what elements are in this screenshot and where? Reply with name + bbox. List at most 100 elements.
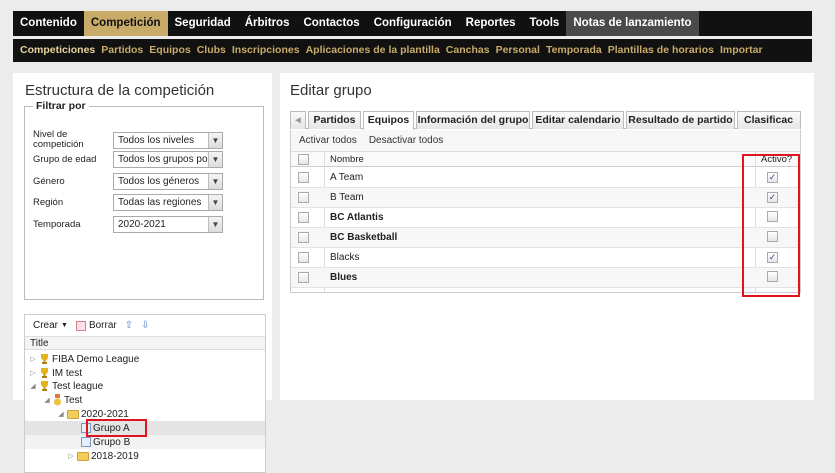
subnav-inscripciones[interactable]: Inscripciones xyxy=(229,39,303,62)
table-row[interactable]: BC Basketball xyxy=(291,228,800,248)
filter-fieldset: Filtrar por Nivel de competición Todos l… xyxy=(24,100,264,300)
tree-node-label: 2018-2019 xyxy=(91,450,139,462)
nav-competicion[interactable]: Competición xyxy=(83,11,168,36)
arrow-up-icon: ⇧ xyxy=(124,320,134,331)
tab-editar-calendario[interactable]: Editar calendario xyxy=(532,111,624,129)
create-label: Crear xyxy=(33,320,59,331)
expand-icon[interactable]: ▷ xyxy=(29,369,37,377)
nav-seguridad[interactable]: Seguridad xyxy=(168,11,238,36)
team-name: BC Atlantis xyxy=(330,212,384,223)
tree-node-test-league[interactable]: ◢ Test league xyxy=(29,379,103,393)
table-row[interactable]: B Team ✓ xyxy=(291,188,800,208)
tree-node-label: IM test xyxy=(52,367,83,379)
tree-node-test[interactable]: ◢ Test xyxy=(43,393,82,407)
subnav-temporada[interactable]: Temporada xyxy=(543,39,605,62)
row-checkbox[interactable] xyxy=(298,252,309,263)
subnav-competiciones[interactable]: Competiciones xyxy=(17,39,98,62)
folder-icon xyxy=(77,451,89,461)
level-select[interactable]: Todos los niveles ▼ xyxy=(113,131,223,149)
arrow-down-icon: ⇩ xyxy=(141,320,150,331)
tab-partidos[interactable]: Partidos xyxy=(308,111,361,129)
nav-arbitros[interactable]: Árbitros xyxy=(238,11,297,36)
subnav-importar[interactable]: Importar xyxy=(717,39,766,62)
delete-icon xyxy=(75,320,86,331)
subnav-aplicaciones[interactable]: Aplicaciones de la plantilla xyxy=(303,39,443,62)
panel-title: Estructura de la competición xyxy=(25,82,215,99)
group-icon xyxy=(81,437,91,447)
row-checkbox[interactable] xyxy=(298,232,309,243)
row-checkbox[interactable] xyxy=(298,272,309,283)
subnav-clubs[interactable]: Clubs xyxy=(194,39,229,62)
deactivate-all-button[interactable]: Desactivar todos xyxy=(369,135,443,146)
subnav-plantillas-de-horarios[interactable]: Plantillas de horarios xyxy=(605,39,717,62)
panel-title: Editar grupo xyxy=(290,82,372,99)
create-button[interactable]: Crear ▼ xyxy=(33,320,68,331)
subnav-partidos[interactable]: Partidos xyxy=(98,39,146,62)
filter-label: Nivel de competición xyxy=(33,129,84,150)
hover-row-band xyxy=(25,435,265,449)
activate-all-button[interactable]: Activar todos xyxy=(299,135,357,146)
nav-tools[interactable]: Tools xyxy=(523,11,567,36)
chevron-down-icon: ▼ xyxy=(61,322,68,329)
chevron-down-icon[interactable]: ▼ xyxy=(208,195,222,210)
filter-row-age: Grupo de edad Todos los grupos por ▼ xyxy=(33,151,223,168)
chevron-down-icon[interactable]: ▼ xyxy=(208,132,222,148)
collapse-icon[interactable]: ◢ xyxy=(43,396,51,404)
row-checkbox[interactable] xyxy=(298,192,309,203)
team-name: A Team xyxy=(330,172,364,183)
chevron-down-icon[interactable]: ▼ xyxy=(208,217,222,232)
nav-reportes[interactable]: Reportes xyxy=(459,11,523,36)
subnav-personal[interactable]: Personal xyxy=(493,39,543,62)
tab-informacion-del-grupo[interactable]: Información del grupo xyxy=(416,111,530,129)
move-down-button[interactable]: ⇩ xyxy=(141,320,149,331)
table-row[interactable]: Blacks ✓ xyxy=(291,248,800,268)
region-select[interactable]: Todas las regiones ▼ xyxy=(113,194,223,211)
subnav-equipos[interactable]: Equipos xyxy=(146,39,193,62)
teams-grid: Activar todos Desactivar todos Nombre Ac… xyxy=(290,130,801,293)
tree-node-grupo-b[interactable]: Grupo B xyxy=(81,435,130,449)
row-checkbox[interactable] xyxy=(298,172,309,183)
tab-equipos[interactable]: Equipos xyxy=(363,111,414,130)
nav-configuracion[interactable]: Configuración xyxy=(367,11,459,36)
gender-select[interactable]: Todos los géneros ▼ xyxy=(113,173,223,190)
tree-node-season-2018-2019[interactable]: ▷ 2018-2019 xyxy=(67,449,139,463)
nav-contenido[interactable]: Contenido xyxy=(13,11,84,36)
filter-label: Género xyxy=(33,175,65,187)
nav-contactos[interactable]: Contactos xyxy=(296,11,366,36)
expand-icon[interactable]: ▷ xyxy=(29,355,37,363)
tab-resultado-de-partido[interactable]: Resultado de partido xyxy=(626,111,735,129)
subnav-canchas[interactable]: Canchas xyxy=(443,39,493,62)
tree-node-im-test[interactable]: ▷ IM test xyxy=(29,366,82,380)
tree-node-fiba-demo-league[interactable]: ▷ FIBA Demo League xyxy=(29,352,139,366)
select-value: Todos los géneros xyxy=(118,176,200,187)
chevron-down-icon[interactable]: ▼ xyxy=(208,174,222,189)
column-header-name: Nombre xyxy=(330,153,364,165)
top-navigation: Contenido Competición Seguridad Árbitros… xyxy=(13,11,812,36)
tree-node-label: 2020-2021 xyxy=(81,408,129,420)
delete-button[interactable]: Borrar xyxy=(75,320,117,331)
filter-row-region: Región Todas las regiones ▼ xyxy=(33,194,223,211)
competition-structure-panel: Estructura de la competición Filtrar por… xyxy=(13,73,272,473)
delete-label: Borrar xyxy=(88,320,117,331)
competition-tree: Crear ▼ Borrar ⇧ ⇩ Title ▷ FIBA Demo Leag… xyxy=(24,314,266,473)
collapse-icon[interactable]: ◢ xyxy=(57,410,65,418)
table-row[interactable]: BC Atlantis xyxy=(291,208,800,228)
tree-node-label: Test xyxy=(64,394,83,406)
tab-clasificacion[interactable]: Clasificac xyxy=(737,111,801,129)
season-select[interactable]: 2020-2021 ▼ xyxy=(113,216,223,233)
age-group-select[interactable]: Todos los grupos por ▼ xyxy=(113,151,223,168)
table-row[interactable]: Blues xyxy=(291,268,800,288)
chevron-down-icon[interactable]: ▼ xyxy=(208,152,222,167)
team-name: Blues xyxy=(330,272,358,283)
select-all-checkbox[interactable] xyxy=(298,153,309,165)
move-up-button[interactable]: ⇧ xyxy=(125,320,133,331)
row-checkbox[interactable] xyxy=(298,212,309,223)
collapse-icon[interactable]: ◢ xyxy=(29,382,37,390)
expand-icon[interactable]: ▷ xyxy=(67,452,75,460)
trophy-icon xyxy=(41,381,48,391)
table-row[interactable]: A Team ✓ xyxy=(291,168,800,188)
tree-header: Title xyxy=(25,337,265,350)
tab-scroll-left-icon[interactable]: ◂ xyxy=(290,111,306,129)
nav-notas-de-lanzamiento[interactable]: Notas de lanzamiento xyxy=(566,11,699,36)
filter-legend: Filtrar por xyxy=(36,100,86,112)
